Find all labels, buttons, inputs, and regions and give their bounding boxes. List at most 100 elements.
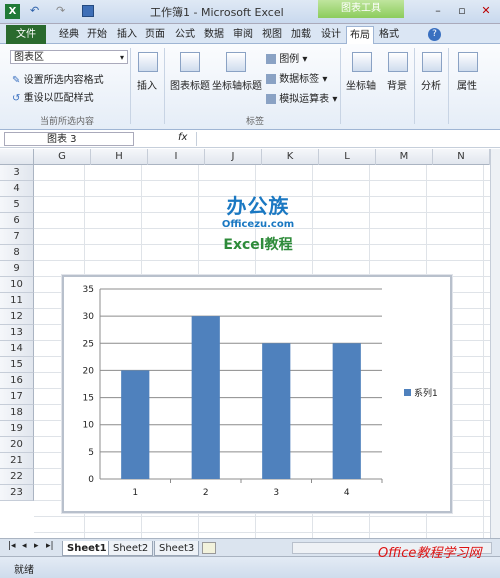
title-bar: X ↶ ↷ 图表工具 工作簿1 - Microsoft Excel – ▫ ✕	[0, 0, 500, 24]
ribbon-separator	[164, 48, 165, 124]
row-header[interactable]: 21	[0, 453, 34, 469]
column-header-m[interactable]: M	[376, 149, 433, 165]
formula-input[interactable]	[196, 132, 496, 146]
prev-sheet-icon[interactable]: ◂	[22, 541, 27, 551]
group-labels-label: 标签	[246, 117, 265, 127]
column-header-i[interactable]: I	[148, 149, 205, 165]
row-header[interactable]: 3	[0, 165, 34, 181]
insert-sheet-icon[interactable]	[202, 542, 216, 554]
x-tick-label: 3	[273, 488, 279, 498]
x-tick-label: 1	[132, 488, 138, 498]
insert-button[interactable]: 插入	[137, 77, 157, 92]
chart-element-select[interactable]: 图表区 ▾	[10, 50, 128, 64]
row-header[interactable]: 20	[0, 437, 34, 453]
chart-title-button[interactable]: 图表标题	[170, 77, 210, 92]
row-header[interactable]: 7	[0, 229, 34, 245]
axes-icon[interactable]	[352, 52, 372, 72]
axis-titles-button[interactable]: 坐标轴标题	[212, 77, 262, 92]
y-tick-label: 15	[83, 394, 94, 404]
row-header[interactable]: 5	[0, 197, 34, 213]
embedded-chart[interactable]: 0 5 10 15 20 25 30 35 1 2 3 4 系列1	[61, 274, 453, 514]
row-header[interactable]: 22	[0, 469, 34, 485]
vertical-scrollbar[interactable]	[490, 149, 500, 538]
tab-formulas[interactable]: 公式	[172, 26, 198, 44]
first-sheet-icon[interactable]: |◂	[8, 541, 16, 551]
column-header-j[interactable]: J	[205, 149, 262, 165]
background-button[interactable]: 背景	[387, 77, 407, 92]
save-icon[interactable]	[82, 5, 94, 17]
logo-main-text: 办公族	[226, 194, 290, 218]
row-header[interactable]: 13	[0, 325, 34, 341]
row-header[interactable]: 15	[0, 357, 34, 373]
column-header-k[interactable]: K	[262, 149, 319, 165]
axes-button[interactable]: 坐标轴	[346, 77, 376, 92]
sheet-tab-sheet1[interactable]: Sheet1	[62, 541, 112, 556]
select-all-corner[interactable]	[0, 149, 34, 165]
sheet-tab-sheet2[interactable]: Sheet2	[108, 541, 154, 556]
column-header-n[interactable]: N	[433, 149, 490, 165]
legend-button[interactable]: 图例 ▾	[266, 50, 307, 65]
tab-home[interactable]: 开始	[84, 26, 110, 44]
y-tick-label: 0	[88, 475, 94, 485]
properties-icon[interactable]	[458, 52, 478, 72]
row-header[interactable]: 18	[0, 405, 34, 421]
data-labels-button[interactable]: 数据标签 ▾	[266, 70, 327, 85]
row-header[interactable]: 10	[0, 277, 34, 293]
tab-addins[interactable]: 加载	[288, 26, 314, 44]
row-header[interactable]: 12	[0, 309, 34, 325]
tab-view[interactable]: 视图	[259, 26, 285, 44]
redo-icon[interactable]: ↷	[56, 4, 65, 17]
undo-icon[interactable]: ↶	[30, 4, 39, 17]
tab-page[interactable]: 页面	[142, 26, 168, 44]
row-header[interactable]: 11	[0, 293, 34, 309]
row-header[interactable]: 9	[0, 261, 34, 277]
row-header[interactable]: 23	[0, 485, 34, 501]
fx-icon[interactable]: fx	[178, 132, 187, 143]
column-header-h[interactable]: H	[91, 149, 148, 165]
row-header[interactable]: 6	[0, 213, 34, 229]
insert-icon[interactable]	[138, 52, 158, 72]
row-header[interactable]: 17	[0, 389, 34, 405]
bar	[332, 343, 361, 479]
row-header[interactable]: 14	[0, 341, 34, 357]
properties-button[interactable]: 属性	[457, 77, 477, 92]
restore-button[interactable]: ▫	[452, 3, 472, 19]
background-icon[interactable]	[388, 52, 408, 72]
tab-data[interactable]: 数据	[201, 26, 227, 44]
column-header-g[interactable]: G	[34, 149, 91, 165]
column-header-l[interactable]: L	[319, 149, 376, 165]
tab-layout[interactable]: 布局	[346, 26, 374, 44]
reset-style-button[interactable]: ↺ 重设以匹配样式	[12, 89, 94, 104]
logo-subtitle-text: Excel教程	[223, 237, 293, 253]
tab-file[interactable]: 文件	[6, 25, 46, 44]
window-title: 工作簿1 - Microsoft Excel	[150, 6, 284, 19]
tab-design[interactable]: 设计	[318, 26, 344, 44]
tab-insert[interactable]: 插入	[114, 26, 140, 44]
analysis-icon[interactable]	[422, 52, 442, 72]
sheet-tab-sheet3[interactable]: Sheet3	[154, 541, 200, 556]
minimize-button[interactable]: –	[428, 3, 448, 19]
chart-title-icon[interactable]	[180, 52, 200, 72]
row-header[interactable]: 16	[0, 373, 34, 389]
analysis-button[interactable]: 分析	[421, 77, 441, 92]
data-table-button[interactable]: 模拟运算表 ▾	[266, 90, 337, 105]
tab-review[interactable]: 审阅	[230, 26, 256, 44]
ribbon: 图表区 ▾ ✎ 设置所选内容格式 ↺ 重设以匹配样式 当前所选内容 插入 图表标…	[0, 44, 500, 130]
excel-app-icon[interactable]: X	[5, 4, 20, 19]
close-button[interactable]: ✕	[476, 3, 496, 19]
name-box[interactable]: 图表 3	[4, 132, 134, 146]
row-header[interactable]: 8	[0, 245, 34, 261]
help-icon[interactable]: ?	[428, 28, 441, 41]
format-selection-button[interactable]: ✎ 设置所选内容格式	[12, 71, 104, 86]
row-header[interactable]: 19	[0, 421, 34, 437]
next-sheet-icon[interactable]: ▸	[34, 541, 39, 551]
y-tick-label: 10	[83, 421, 95, 431]
tab-classic[interactable]: 经典	[56, 26, 82, 44]
row-header[interactable]: 4	[0, 181, 34, 197]
y-tick-label: 35	[83, 285, 94, 295]
axis-titles-icon[interactable]	[226, 52, 246, 72]
last-sheet-icon[interactable]: ▸|	[46, 541, 54, 551]
bar	[191, 316, 220, 479]
formula-bar: 图表 3 fx	[0, 130, 500, 148]
tab-format[interactable]: 格式	[376, 26, 402, 44]
